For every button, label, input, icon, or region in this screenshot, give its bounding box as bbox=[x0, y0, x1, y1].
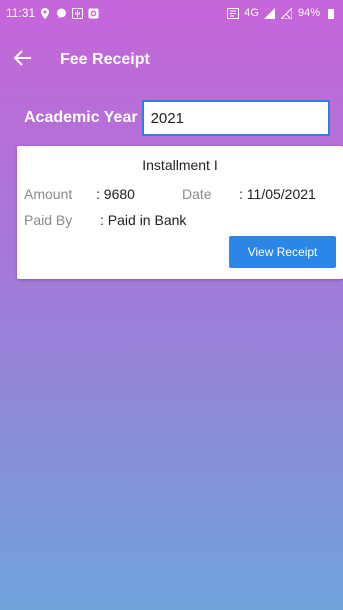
paid-by-label: Paid By bbox=[24, 212, 73, 228]
no-signal-icon bbox=[281, 7, 293, 19]
status-left: 11:31 bbox=[6, 6, 99, 20]
battery-percent: 94% bbox=[297, 7, 320, 19]
network-type: 4G bbox=[244, 7, 259, 19]
date-value: : 11/05/2021 bbox=[239, 186, 316, 202]
view-receipt-button[interactable]: View Receipt bbox=[229, 236, 336, 268]
app-screen: 11:31 4G 94% Fee Receipt Academic Year 2… bbox=[0, 0, 343, 610]
battery-icon bbox=[325, 7, 337, 19]
academic-year-label: Academic Year bbox=[24, 109, 138, 126]
page-title: Fee Receipt bbox=[60, 51, 150, 68]
location-icon bbox=[39, 7, 51, 19]
status-bar: 11:31 4G 94% bbox=[0, 0, 343, 26]
receipt-card: Installment I Amount : 9680 Date : 11/05… bbox=[17, 146, 343, 279]
notification-icon bbox=[87, 7, 99, 19]
paid-by-value: : Paid in Bank bbox=[100, 212, 187, 228]
usb-icon bbox=[71, 7, 83, 19]
academic-year-row: Academic Year bbox=[24, 100, 330, 136]
installment-title: Installment I bbox=[142, 157, 218, 173]
amount-label: Amount bbox=[24, 186, 73, 202]
academic-year-input[interactable] bbox=[141, 100, 330, 136]
status-time: 11:31 bbox=[6, 6, 36, 20]
status-right: 4G 94% bbox=[227, 7, 337, 19]
date-label: Date bbox=[182, 186, 212, 202]
data-icon bbox=[227, 7, 240, 19]
arrow-left-icon bbox=[13, 49, 32, 71]
toolbar: Fee Receipt bbox=[0, 40, 343, 80]
signal-icon bbox=[264, 7, 276, 19]
amount-value: : 9680 bbox=[96, 186, 135, 202]
back-button[interactable] bbox=[0, 40, 46, 80]
chat-icon bbox=[55, 7, 67, 19]
